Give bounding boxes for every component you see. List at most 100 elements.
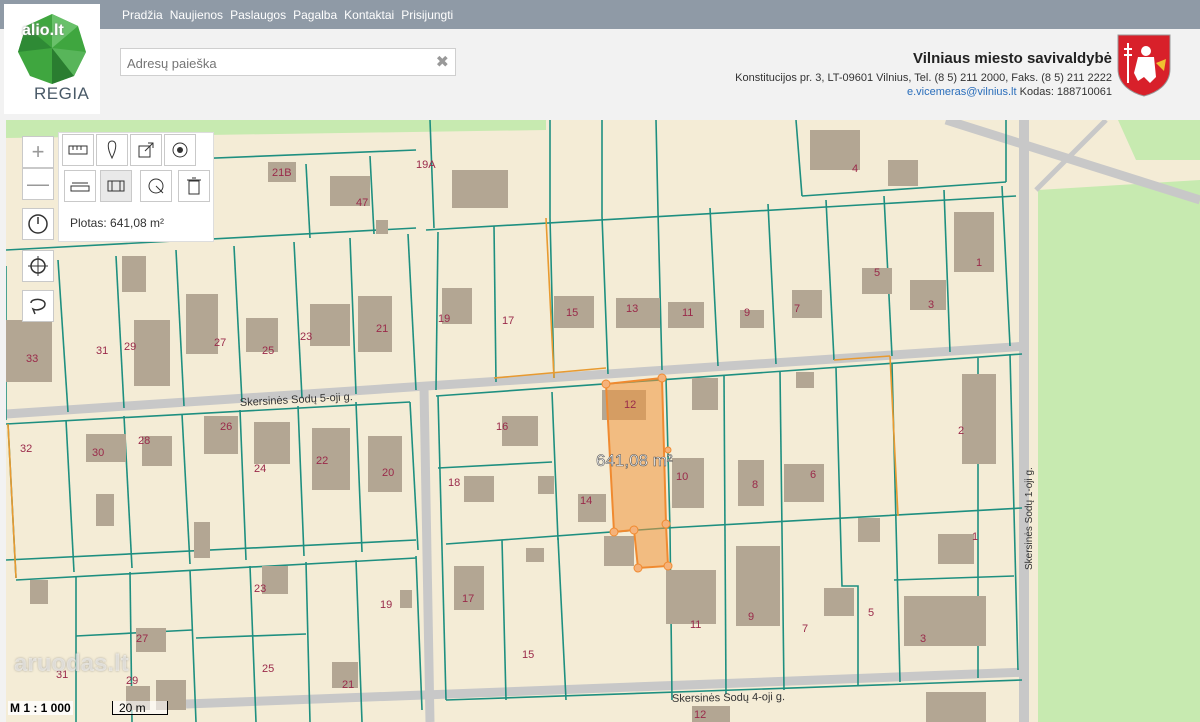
logo-name: REGIA	[34, 84, 90, 103]
parcel-label: 24	[254, 463, 266, 475]
municipality-email[interactable]: e.vicemeras@vilnius.lt	[907, 86, 1017, 98]
export-button[interactable]	[130, 134, 162, 166]
scale-bar: 20 m	[112, 701, 168, 715]
parcel-label: 3	[920, 633, 926, 645]
parcel-label: 25	[262, 663, 274, 675]
parcel-label: 2	[958, 425, 964, 437]
delete-button[interactable]	[178, 170, 210, 202]
address-search: ✖	[120, 48, 456, 76]
vilnius-crest-icon	[1117, 34, 1171, 97]
parcel-label: 47	[356, 197, 368, 209]
parcel-label: 9	[744, 307, 750, 319]
area-readout: Plotas: 641,08 m²	[70, 216, 165, 230]
clear-icon[interactable]: ✖	[436, 52, 449, 72]
selected-area-label: 641,08 m²	[596, 451, 673, 470]
measure-distance-icon	[70, 182, 90, 192]
regia-logo[interactable]: alio.lt REGIA	[4, 4, 100, 114]
ruler-icon	[68, 145, 88, 155]
parcel-label: 26	[220, 421, 232, 433]
parcel-label: 21	[342, 679, 354, 691]
parcel-label: 23	[254, 583, 266, 595]
nav-pagalba[interactable]: Pagalba	[293, 8, 337, 22]
parcel-label: 10	[676, 471, 688, 483]
parcel-label: 13	[626, 303, 638, 315]
address-search-input[interactable]	[125, 50, 429, 76]
locate-button[interactable]	[22, 250, 54, 282]
marker-button[interactable]	[96, 134, 128, 166]
parcel-label: 3	[928, 299, 934, 311]
parcel-label: 23	[300, 331, 312, 343]
style-button[interactable]	[140, 170, 172, 202]
parcel-label: 11	[682, 307, 693, 319]
lasso-icon	[30, 298, 46, 315]
parcel-label: 21B	[272, 167, 292, 179]
map-scale: M 1 : 1 000	[8, 701, 73, 715]
parcel-label: 15	[522, 649, 534, 661]
municipality-name: Vilniaus miesto savivaldybė	[913, 50, 1112, 67]
trash-icon	[187, 177, 201, 195]
nav-kontaktai[interactable]: Kontaktai	[344, 8, 394, 22]
marker-icon	[107, 140, 117, 160]
zoom-in-button[interactable]: +	[22, 136, 54, 168]
target-button[interactable]	[164, 134, 196, 166]
nav-prisijungti[interactable]: Prisijungti	[401, 8, 453, 22]
plus-icon: +	[31, 139, 45, 164]
parcel-label: 7	[794, 303, 800, 315]
select-area-button[interactable]	[22, 290, 54, 322]
clock-icon	[28, 214, 48, 234]
logo-url-text: alio.lt	[22, 22, 64, 39]
nav-pradzia[interactable]: Pradžia	[122, 8, 163, 22]
parcel-label: 20	[382, 467, 394, 479]
street-label-4oji: Skersinės Sodų 4-oji g.	[672, 691, 785, 705]
municipality-address: Konstitucijos pr. 3, LT-09601 Vilnius, T…	[735, 72, 1112, 84]
style-icon	[148, 178, 164, 194]
parcel-label: 14	[580, 495, 592, 507]
nav-paslaugos[interactable]: Paslaugos	[230, 8, 286, 22]
green-area-right	[1038, 180, 1200, 722]
parcel-label: 19A	[416, 159, 436, 171]
ruler-button[interactable]	[62, 134, 94, 166]
minus-icon: —	[27, 171, 49, 196]
watermark: aruodas.lt	[14, 650, 129, 677]
street-label-1oji: Skersinės Sodų 1-oji g.	[1024, 467, 1035, 570]
parcel-label: 7	[802, 623, 808, 635]
parcel-label: 12	[624, 399, 636, 411]
measure-distance-button[interactable]	[64, 170, 96, 202]
parcel-label: 19	[438, 313, 450, 325]
parcel-label: 29	[124, 341, 136, 353]
parcel-label: 30	[92, 447, 104, 459]
parcel-label: 33	[26, 353, 38, 365]
measure-area-icon	[107, 180, 125, 192]
parcel-label: 4	[852, 163, 858, 175]
export-icon	[138, 142, 154, 158]
main-nav: Pradžia Naujienos Paslaugos Pagalba Kont…	[122, 0, 460, 29]
measure-area-button[interactable]	[100, 170, 132, 202]
parcel-label: 27	[214, 337, 226, 349]
parcel-label: 16	[496, 421, 508, 433]
parcel-label: 32	[20, 443, 32, 455]
parcel-label: 1	[976, 257, 982, 269]
parcel-label: 8	[752, 479, 758, 491]
parcel-label: 5	[874, 267, 880, 279]
parcel-label: 6	[810, 469, 816, 481]
parcel-label: 17	[502, 315, 514, 327]
parcel-label: 9	[748, 611, 754, 623]
parcel-label: 27	[136, 633, 148, 645]
municipality-code: Kodas: 188710061	[1019, 86, 1112, 98]
history-button[interactable]	[22, 208, 54, 240]
nav-naujienos[interactable]: Naujienos	[170, 8, 223, 22]
top-nav-bar: Pradžia Naujienos Paslaugos Pagalba Kont…	[0, 0, 1200, 29]
parcel-label: 18	[448, 477, 460, 489]
parcel-label: 17	[462, 593, 474, 605]
zoom-out-button[interactable]: —	[22, 168, 54, 200]
parcel-label: 22	[316, 455, 328, 467]
target-icon	[172, 142, 188, 158]
parcel-label: 15	[566, 307, 578, 319]
parcel-label: 5	[868, 607, 874, 619]
municipality-contact: e.vicemeras@vilnius.lt Kodas: 188710061	[907, 86, 1112, 98]
parcel-label: 1	[972, 531, 978, 543]
parcel-label: 19	[380, 599, 392, 611]
parcel-label: 25	[262, 345, 274, 357]
parcel-label: 28	[138, 435, 150, 447]
parcel-label: 21	[376, 323, 388, 335]
